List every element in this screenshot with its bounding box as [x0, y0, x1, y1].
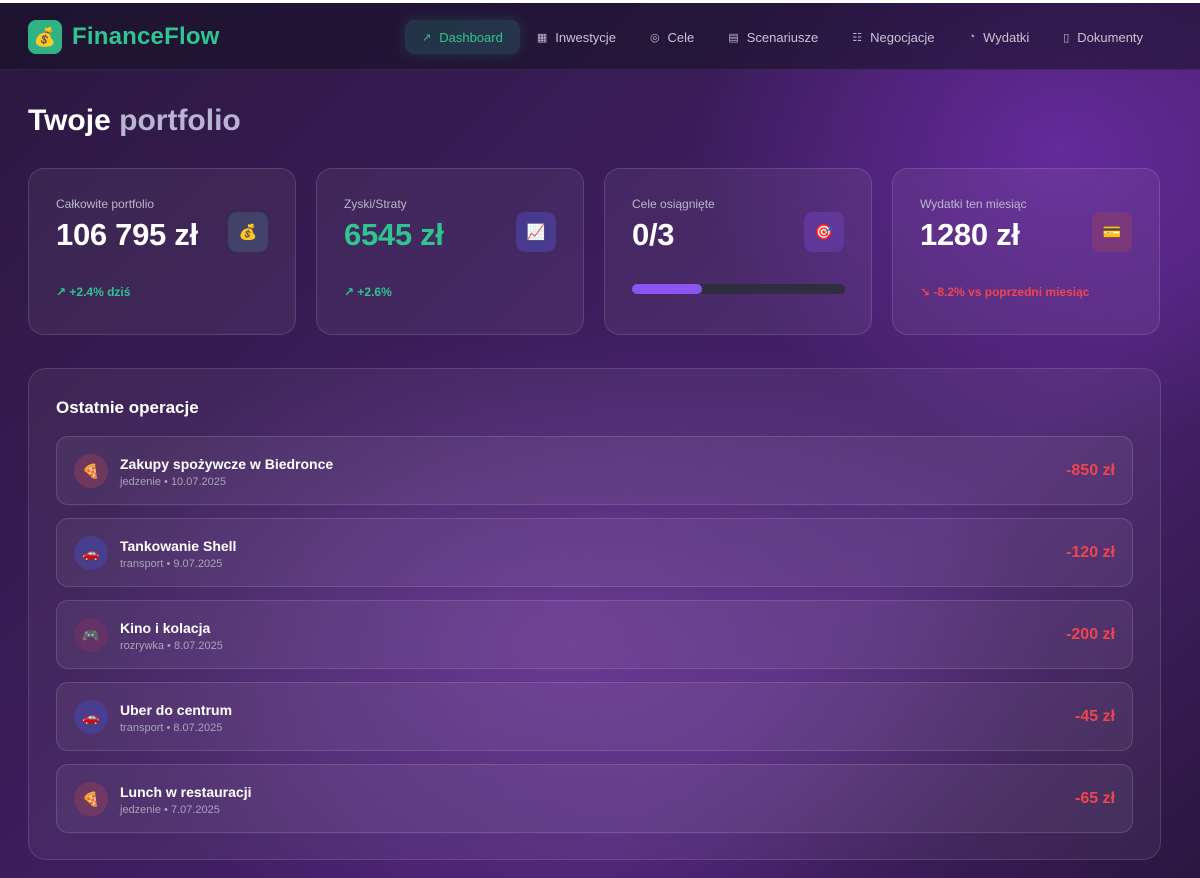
transaction-amount: -45 zł	[1074, 708, 1115, 725]
transaction-meta: jedzenie • 7.07.2025	[120, 804, 220, 816]
transaction-name: Zakupy spożywcze w Biedronce	[120, 456, 334, 472]
nav-item-label: Inwestycje	[555, 29, 616, 45]
page-title: Twoje portfolio	[28, 104, 241, 138]
money-bag-icon: 💰	[28, 20, 62, 54]
top-header: 💰 FinanceFlow ↗ Dashboard ▦ Inwestycje ◎…	[0, 3, 1200, 70]
nav-item-label: Scenariusze	[746, 29, 819, 45]
goals-progress-bar	[632, 284, 845, 294]
transaction-row[interactable]: 🍕 Zakupy spożywcze w Biedronce jedzenie …	[56, 436, 1133, 505]
file-icon: ▯	[1063, 31, 1070, 44]
stat-value: 6545 zł	[344, 217, 444, 252]
goals-progress-fill	[632, 284, 703, 294]
money-bag-icon: 💰	[228, 212, 268, 252]
stat-card-goals: Cele osiągnięte 0/3 🎯	[604, 168, 872, 335]
stat-label: Całkowite portfolio	[56, 197, 155, 211]
target-icon: 🎯	[804, 212, 844, 252]
transaction-name: Tankowanie Shell	[120, 538, 237, 554]
credit-card-icon: 💳	[1092, 212, 1132, 252]
nav-item-label: Dashboard	[439, 29, 503, 45]
users-icon: ☷	[852, 31, 863, 44]
transaction-meta: transport • 9.07.2025	[120, 558, 223, 570]
transaction-row[interactable]: 🚗 Uber do centrum transport • 8.07.2025 …	[56, 682, 1133, 751]
page-title-part1: Twoje	[28, 104, 111, 137]
stat-label: Zyski/Straty	[344, 197, 407, 211]
stat-value: 0/3	[632, 217, 675, 252]
nav-item-dokumenty[interactable]: ▯ Dokumenty	[1046, 20, 1160, 54]
car-icon: 🚗	[74, 536, 108, 570]
transaction-row[interactable]: 🍕 Lunch w restauracji jedzenie • 7.07.20…	[56, 764, 1133, 833]
stat-label: Cele osiągnięte	[632, 197, 715, 211]
nav-item-scenariusze[interactable]: ▤ Scenariusze	[711, 20, 835, 54]
transaction-name: Uber do centrum	[120, 702, 233, 718]
stat-value: 1280 zł	[920, 217, 1020, 252]
transaction-row[interactable]: 🎮 Kino i kolacja rozrywka • 8.07.2025 -2…	[56, 600, 1133, 669]
transaction-amount: -120 zł	[1066, 544, 1115, 561]
stat-card-expenses: Wydatki ten miesiąc 1280 zł 💳 ↘ -8.2% vs…	[892, 168, 1160, 335]
nav-item-negocjacje[interactable]: ☷ Negocjacje	[835, 20, 951, 54]
recent-transactions-panel: Ostatnie operacje 🍕 Zakupy spożywcze w B…	[28, 368, 1161, 860]
app-name: FinanceFlow	[72, 23, 220, 50]
document-icon: ▤	[728, 31, 739, 44]
nav-item-label: Wydatki	[983, 29, 1030, 45]
transaction-row[interactable]: 🚗 Tankowanie Shell transport • 9.07.2025…	[56, 518, 1133, 587]
nav-item-inwestycje[interactable]: ▦ Inwestycje	[520, 20, 633, 54]
main-nav: ↗ Dashboard ▦ Inwestycje ◎ Cele ▤ Scenar…	[405, 20, 1160, 54]
nav-item-label: Dokumenty	[1077, 29, 1144, 45]
pizza-icon: 🍕	[74, 454, 108, 488]
stat-value: 106 795 zł	[56, 217, 198, 252]
transaction-name: Kino i kolacja	[120, 620, 211, 636]
chart-increasing-icon: 📈	[516, 212, 556, 252]
stat-trend: ↗ +2.4% dziś	[56, 285, 131, 299]
game-controller-icon: 🎮	[74, 618, 108, 652]
pie-chart-icon: ◔	[968, 31, 976, 43]
app-logo[interactable]: 💰 FinanceFlow	[28, 20, 220, 54]
transaction-amount: -65 zł	[1074, 790, 1115, 807]
nav-item-cele[interactable]: ◎ Cele	[633, 20, 711, 54]
transaction-amount: -200 zł	[1066, 626, 1115, 643]
stat-trend: ↘ -8.2% vs poprzedni miesiąc	[920, 285, 1090, 299]
transaction-meta: transport • 8.07.2025	[120, 722, 223, 734]
stat-label: Wydatki ten miesiąc	[920, 197, 1027, 211]
stat-card-profit: Zyski/Straty 6545 zł 📈 ↗ +2.6%	[316, 168, 584, 335]
transaction-name: Lunch w restauracji	[120, 784, 252, 800]
nav-item-label: Cele	[667, 29, 695, 45]
target-check-icon: ◎	[649, 31, 660, 44]
transaction-meta: jedzenie • 10.07.2025	[120, 476, 226, 488]
nav-item-label: Negocjacje	[870, 29, 935, 45]
stat-card-portfolio: Całkowite portfolio 106 795 zł 💰 ↗ +2.4%…	[28, 168, 296, 335]
building-icon: ▦	[536, 31, 548, 44]
trending-up-icon: ↗	[422, 31, 432, 44]
stat-trend: ↗ +2.6%	[344, 285, 392, 299]
transaction-amount: -850 zł	[1066, 462, 1115, 479]
car-icon: 🚗	[74, 700, 108, 734]
transaction-meta: rozrywka • 8.07.2025	[120, 640, 223, 652]
pizza-icon: 🍕	[74, 782, 108, 816]
nav-item-wydatki[interactable]: ◔ Wydatki	[951, 20, 1046, 54]
page-title-part2: portfolio	[119, 104, 241, 137]
nav-item-dashboard[interactable]: ↗ Dashboard	[405, 20, 520, 54]
panel-title: Ostatnie operacje	[56, 398, 199, 417]
